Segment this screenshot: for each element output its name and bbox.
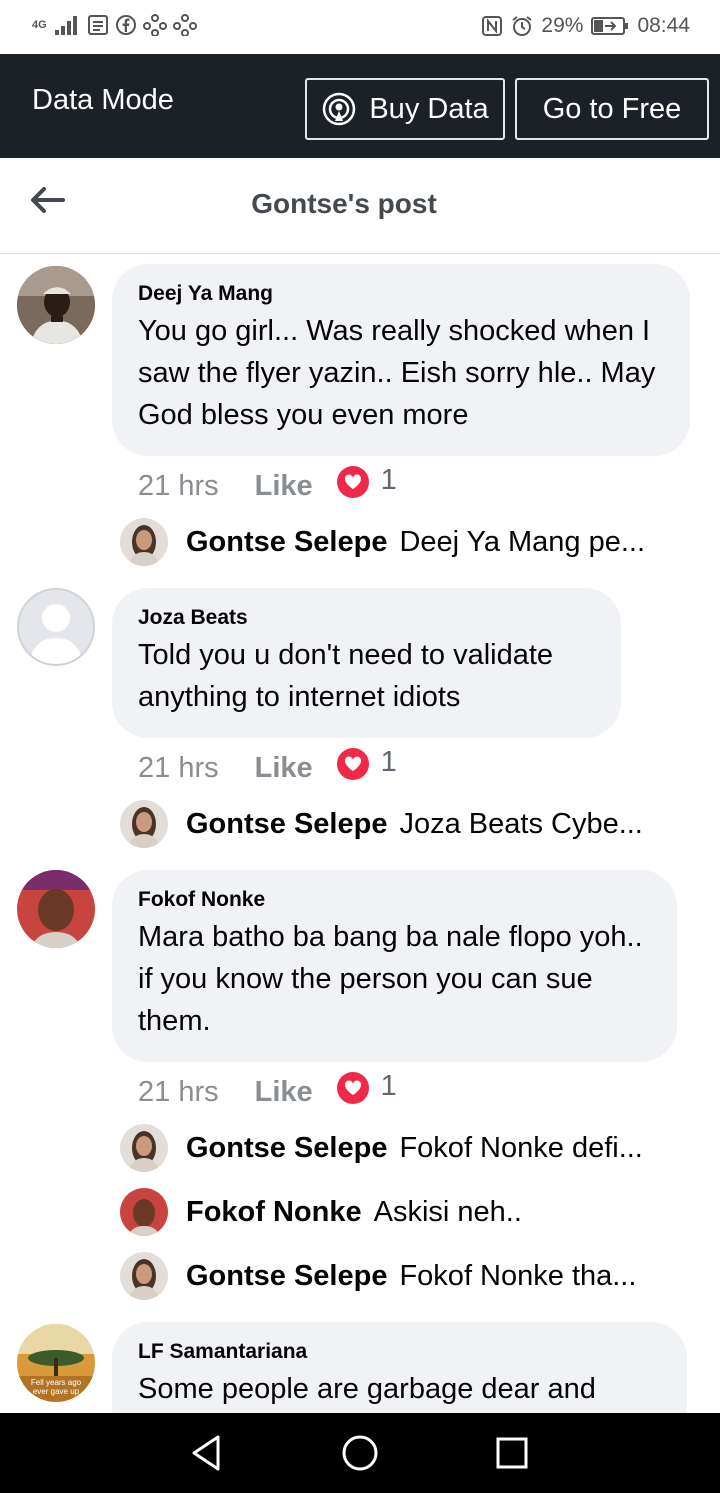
data-mode-bar: Data Mode Buy Data Go to Free [0, 54, 720, 158]
clock: 08:44 [637, 14, 690, 37]
reply-author: Gontse Selepe [186, 525, 388, 558]
comment-meta: 21 hrs Like 1 [138, 464, 397, 503]
reply-text: Joza Beats Cybe... [399, 807, 643, 840]
comment-meta: 21 hrs Like 1 [138, 746, 397, 785]
comment-time[interactable]: 21 hrs [138, 1076, 219, 1109]
comment-bubble[interactable]: Joza Beats Told you u don't need to vali… [112, 588, 621, 738]
reaction-summary[interactable]: 1 [336, 746, 397, 785]
comment-bubble[interactable]: Fokof Nonke Mara batho ba bang ba nale f… [112, 870, 677, 1062]
news-app-icon [87, 14, 109, 36]
comment-text: Told you u don't need to validate anythi… [138, 639, 554, 713]
recents-nav-icon[interactable] [490, 1431, 534, 1475]
broadcast-icon [321, 91, 357, 127]
reaction-count: 1 [380, 464, 397, 496]
reaction-count: 1 [380, 746, 397, 778]
comment-text: Some people are garbage dear and [138, 1373, 596, 1405]
like-button[interactable]: Like [255, 470, 313, 503]
buy-data-label: Buy Data [369, 92, 489, 125]
reply-item[interactable]: Fokof Nonke Askisi neh.. [120, 1188, 690, 1236]
default-avatar-icon[interactable] [17, 588, 95, 666]
reply-item[interactable]: Gontse Selepe Fokof Nonke tha... [120, 1252, 690, 1300]
comment-author[interactable]: Deej Ya Mang [138, 282, 664, 306]
reply-author: Gontse Selepe [186, 1131, 388, 1164]
comment-bubble[interactable]: Deej Ya Mang You go girl... Was really s… [112, 264, 690, 456]
app-notification-icon [142, 14, 167, 36]
reply-item[interactable]: Gontse Selepe Fokof Nonke defi... [120, 1124, 690, 1172]
like-button[interactable]: Like [255, 752, 313, 785]
reply-avatar [120, 1124, 168, 1172]
reply-avatar [120, 1252, 168, 1300]
heart-icon [336, 747, 369, 780]
nfc-icon [481, 15, 503, 37]
reply-author: Fokof Nonke [186, 1195, 362, 1228]
reply-text: Fokof Nonke defi... [399, 1131, 643, 1164]
app-notification-icon-2 [172, 14, 197, 36]
reply-avatar [120, 800, 168, 848]
avatar[interactable]: Fell years ago ever gave up [17, 1324, 95, 1402]
buy-data-button[interactable]: Buy Data [305, 78, 505, 140]
comment-time[interactable]: 21 hrs [138, 752, 219, 785]
data-mode-label: Data Mode [32, 84, 174, 116]
comment-time[interactable]: 21 hrs [138, 470, 219, 503]
comment-author[interactable]: Fokof Nonke [138, 888, 651, 912]
reply-item[interactable]: Gontse Selepe Deej Ya Mang pe... [120, 518, 690, 566]
comment-author[interactable]: Joza Beats [138, 606, 595, 630]
reaction-count: 1 [380, 1070, 397, 1102]
go-to-free-button[interactable]: Go to Free [515, 78, 709, 140]
reply-text: Askisi neh.. [373, 1195, 522, 1228]
reaction-summary[interactable]: 1 [336, 1070, 397, 1109]
reply-text: Deej Ya Mang pe... [399, 525, 646, 558]
page-title: Gontse's post [251, 188, 437, 219]
go-to-free-label: Go to Free [542, 92, 682, 125]
heart-icon [336, 465, 369, 498]
facebook-notification-icon [115, 14, 137, 36]
like-button[interactable]: Like [255, 1076, 313, 1109]
comment-author[interactable]: LF Samantariana [138, 1340, 661, 1364]
reply-author: Gontse Selepe [186, 1259, 388, 1292]
comment-meta: 21 hrs Like 1 [138, 1070, 397, 1109]
post-header: Gontse's post [0, 158, 720, 254]
reply-author: Gontse Selepe [186, 807, 388, 840]
network-type-icon: 4G [32, 19, 47, 31]
home-nav-icon[interactable] [338, 1431, 382, 1475]
alarm-icon [511, 15, 533, 37]
reply-text: Fokof Nonke tha... [399, 1259, 637, 1292]
heart-icon [336, 1071, 369, 1104]
avatar-caption: Fell years ago ever gave up [30, 1378, 82, 1396]
system-nav-bar [0, 1413, 720, 1493]
status-bar: 4G 29% 08:44 [0, 0, 720, 54]
reply-item[interactable]: Gontse Selepe Joza Beats Cybe... [120, 800, 690, 848]
reply-avatar [120, 518, 168, 566]
comment-text: You go girl... Was really shocked when I… [138, 315, 656, 431]
battery-icon [591, 16, 629, 36]
battery-percent: 29% [541, 14, 584, 37]
avatar[interactable] [17, 266, 95, 344]
avatar[interactable] [17, 870, 95, 948]
reaction-summary[interactable]: 1 [336, 464, 397, 503]
reply-avatar [120, 1188, 168, 1236]
network-type-label: 4G [32, 19, 47, 31]
signal-icon [53, 14, 81, 36]
comment-text: Mara batho ba bang ba nale flopo yoh.. i… [138, 921, 643, 1037]
back-nav-icon[interactable] [186, 1431, 230, 1475]
